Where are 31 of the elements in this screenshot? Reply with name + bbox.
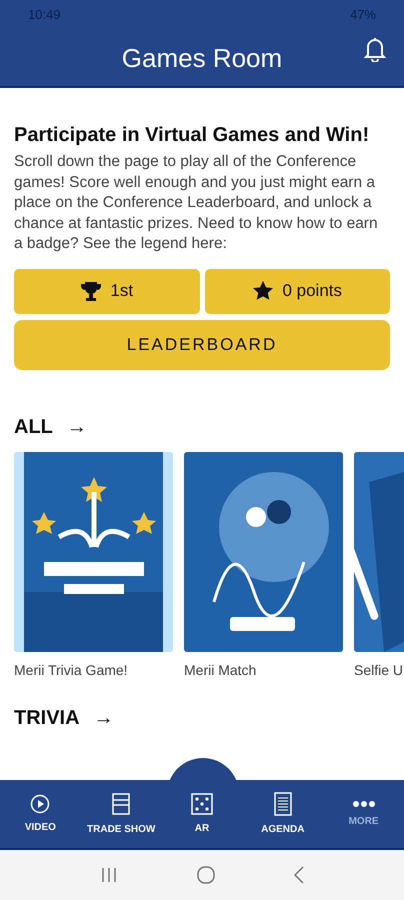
trophy-icon bbox=[80, 280, 102, 302]
dice-icon bbox=[190, 792, 213, 814]
game-caption: Merii Trivia Game! bbox=[14, 660, 129, 680]
home-icon[interactable] bbox=[196, 866, 215, 884]
back-icon[interactable] bbox=[294, 866, 304, 884]
rank-button[interactable]: 1st bbox=[14, 268, 200, 314]
section-title: TRIVIA bbox=[14, 706, 80, 730]
page-title: Games Room bbox=[122, 42, 282, 74]
leaderboard-button[interactable]: LEADERBOARD bbox=[14, 320, 390, 370]
nav-tab[interactable]: AR bbox=[162, 780, 242, 848]
arrow-link[interactable]: → bbox=[66, 412, 87, 442]
play-circle-icon bbox=[30, 794, 50, 814]
nav-tab[interactable]: VIDEO bbox=[0, 780, 81, 848]
booth-icon bbox=[111, 792, 132, 816]
nav-tab[interactable]: TRADE SHOW bbox=[80, 780, 162, 848]
document-icon bbox=[274, 792, 292, 816]
battery-level: 47% bbox=[350, 6, 376, 24]
section-heading: Participate in Virtual Games and Win! bbox=[14, 123, 370, 148]
game-caption: Merii Match bbox=[184, 660, 258, 680]
points-button[interactable]: 0 points bbox=[204, 268, 390, 314]
arrow-link[interactable]: → bbox=[94, 702, 114, 732]
nav-tab[interactable]: MORE bbox=[323, 780, 404, 848]
star-icon bbox=[252, 280, 274, 302]
nav-tab[interactable]: AGENDA bbox=[242, 780, 324, 848]
status-time: 10:49 bbox=[28, 6, 61, 24]
intro-paragraph: Scroll down the page to play all of the Conference games! Score well enough and you just might earn a place on the Conference Leaderboard, and unlock a chance at fantastic prizes. Need to know how to earn a badge? See the legend here: bbox=[14, 152, 379, 254]
more-icon bbox=[352, 800, 376, 808]
recent-apps-icon[interactable] bbox=[100, 867, 118, 883]
notification-bell-icon[interactable] bbox=[364, 36, 386, 62]
game-caption: Selfie U bbox=[354, 660, 404, 680]
section-title: ALL bbox=[14, 414, 53, 440]
